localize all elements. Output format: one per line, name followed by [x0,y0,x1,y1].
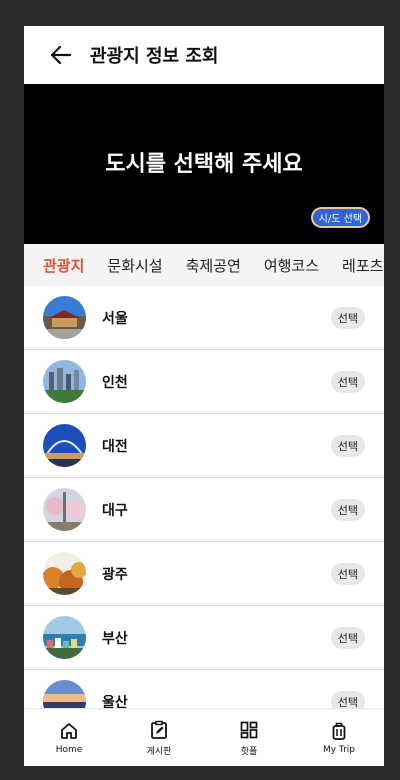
list-item[interactable]: 인천 선택 [24,350,384,414]
hero-title: 도시를 선택해 주세요 [105,152,303,177]
nav-hotplace[interactable]: 핫플 [204,709,294,766]
daegu-thumbnail [43,488,86,531]
city-hero-banner: 도시를 선택해 주세요 시/도 선택 [24,84,384,244]
nav-label: Home [55,745,83,755]
city-name: 울산 [102,694,128,709]
nav-my-trip[interactable]: My Trip [294,709,384,766]
city-list: 서울 선택 인천 선택 대전 선택 대구 선택 광주 선택 부산 선택 울산 선… [24,286,384,708]
page-title: 관광지 정보 조회 [90,46,219,67]
tab-attractions[interactable]: 관광지 [43,255,84,276]
nav-label: 게시판 [146,746,172,757]
bottom-navigation: Home 게시판 핫플 My Trip [24,708,384,766]
list-item[interactable]: 대전 선택 [24,414,384,478]
daejeon-thumbnail [43,424,86,467]
tab-leisure[interactable]: 레포츠 [342,255,383,276]
category-tabs: 관광지 문화시설 축제공연 여행코스 레포츠 [24,244,384,286]
grid-icon [238,719,260,741]
nav-home[interactable]: Home [24,709,114,766]
select-button[interactable]: 선택 [330,306,365,329]
nav-label: My Trip [322,745,356,755]
home-icon [58,720,80,742]
list-item[interactable]: 서울 선택 [24,286,384,350]
select-button[interactable]: 선택 [330,690,365,708]
nav-label: 핫플 [240,746,258,757]
city-name: 부산 [102,630,128,647]
edit-board-icon [148,719,170,741]
city-name: 대구 [102,502,128,519]
nav-board[interactable]: 게시판 [114,709,204,766]
list-item[interactable]: 울산 선택 [24,670,384,708]
incheon-thumbnail [43,360,86,403]
tab-travel-course[interactable]: 여행코스 [264,255,319,276]
city-name: 대전 [102,438,128,455]
busan-thumbnail [43,616,86,659]
city-name: 인천 [102,374,128,391]
luggage-icon [328,720,350,742]
select-button[interactable]: 선택 [330,562,365,585]
gwangju-thumbnail [43,552,86,595]
list-item[interactable]: 광주 선택 [24,542,384,606]
seoul-thumbnail [43,296,86,339]
list-item[interactable]: 대구 선택 [24,478,384,542]
ulsan-thumbnail [43,680,86,708]
city-name: 서울 [102,310,128,327]
list-item[interactable]: 부산 선택 [24,606,384,670]
city-province-select-button[interactable]: 시/도 선택 [310,207,370,228]
select-button[interactable]: 선택 [330,498,365,521]
app-bar: 관광지 정보 조회 [24,26,384,84]
tab-festival[interactable]: 축제공연 [186,255,241,276]
tab-culture[interactable]: 문화시설 [107,255,162,276]
select-button[interactable]: 선택 [330,434,365,457]
back-arrow-icon[interactable] [48,42,74,68]
select-button[interactable]: 선택 [330,626,365,649]
app-screen: 관광지 정보 조회 도시를 선택해 주세요 시/도 선택 관광지 문화시설 축제… [24,26,384,766]
city-name: 광주 [102,566,128,583]
select-button[interactable]: 선택 [330,370,365,393]
